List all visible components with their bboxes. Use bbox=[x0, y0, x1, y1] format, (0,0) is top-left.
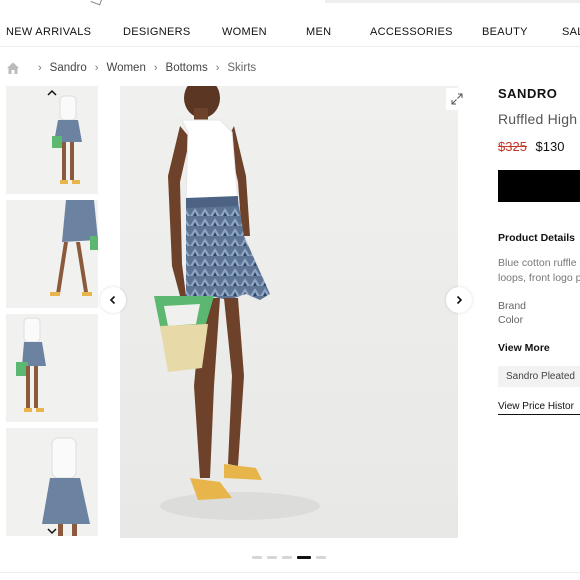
nav-accessories[interactable]: ACCESSORIES bbox=[370, 26, 453, 38]
nav-beauty[interactable]: BEAUTY bbox=[482, 26, 528, 38]
search-bar[interactable] bbox=[325, 0, 580, 3]
breadcrumb-bottoms[interactable]: Bottoms bbox=[166, 62, 208, 74]
sale-price: $130 bbox=[535, 139, 565, 154]
add-to-bag-button[interactable] bbox=[498, 170, 580, 202]
expand-icon[interactable] bbox=[446, 88, 468, 110]
view-price-history-link[interactable]: View Price Histor bbox=[498, 401, 580, 415]
pagination-dot-2[interactable] bbox=[267, 556, 277, 559]
attr-brand-label: Brand bbox=[498, 300, 527, 312]
original-price: $325 bbox=[498, 139, 527, 154]
main-nav: NEW ARRIVALS DESIGNERS WOMEN MEN ACCESSO… bbox=[0, 18, 580, 46]
nav-new-arrivals[interactable]: NEW ARRIVALS bbox=[6, 26, 91, 38]
product-brand[interactable]: SANDRO bbox=[498, 86, 580, 101]
breadcrumb-sandro[interactable]: Sandro bbox=[50, 62, 87, 74]
product-title: Ruffled High bbox=[498, 111, 578, 127]
header-strip bbox=[0, 0, 580, 8]
thumbnail-4[interactable] bbox=[6, 428, 98, 536]
chevron-right-icon: › bbox=[153, 62, 158, 74]
pagination-dot-5[interactable] bbox=[316, 556, 326, 559]
image-pagination bbox=[252, 556, 326, 559]
logo-fragment bbox=[90, 0, 104, 6]
thumbnail-2[interactable] bbox=[6, 200, 98, 308]
nav-women[interactable]: WOMEN bbox=[222, 26, 267, 38]
footer-divider bbox=[0, 572, 580, 573]
view-more-link[interactable]: View More bbox=[498, 342, 580, 354]
breadcrumb-skirts[interactable]: Skirts bbox=[227, 62, 256, 74]
attr-color-label: Color bbox=[498, 314, 524, 324]
nav-divider bbox=[0, 46, 580, 47]
main-product-image[interactable] bbox=[120, 86, 458, 538]
price-row: $325 $130 bbox=[498, 139, 580, 154]
product-description: Blue cotton ruffle belt loops, front log… bbox=[498, 257, 580, 284]
thumbnail-3[interactable] bbox=[6, 314, 98, 422]
home-icon[interactable] bbox=[6, 61, 20, 75]
product-details-heading: Product Details bbox=[498, 232, 576, 244]
thumb-up-icon[interactable] bbox=[46, 88, 58, 98]
pagination-dot-1[interactable] bbox=[252, 556, 262, 559]
pagination-dot-4[interactable] bbox=[297, 556, 311, 559]
pagination-dot-3[interactable] bbox=[282, 556, 292, 559]
breadcrumb-women[interactable]: Women bbox=[106, 62, 145, 74]
next-image-button[interactable] bbox=[446, 287, 472, 313]
chevron-right-icon: › bbox=[94, 62, 99, 74]
thumb-down-icon[interactable] bbox=[46, 526, 58, 536]
nav-sale[interactable]: SAL bbox=[562, 26, 580, 38]
nav-men[interactable]: MEN bbox=[306, 26, 331, 38]
nav-designers[interactable]: DESIGNERS bbox=[123, 26, 191, 38]
chevron-right-icon: › bbox=[215, 62, 220, 74]
chevron-right-icon bbox=[456, 295, 463, 305]
breadcrumb: › Sandro › Women › Bottoms › Skirts bbox=[6, 60, 256, 76]
chevron-left-icon bbox=[109, 295, 116, 305]
related-chip[interactable]: Sandro Pleated bbox=[498, 366, 580, 387]
thumbnail-1[interactable] bbox=[6, 86, 98, 194]
thumbnail-list bbox=[6, 86, 98, 538]
product-info-panel: SANDRO Ruffled High $325 $130 Product De… bbox=[498, 86, 580, 466]
prev-image-button[interactable] bbox=[100, 287, 126, 313]
chevron-right-icon: › bbox=[38, 62, 42, 74]
